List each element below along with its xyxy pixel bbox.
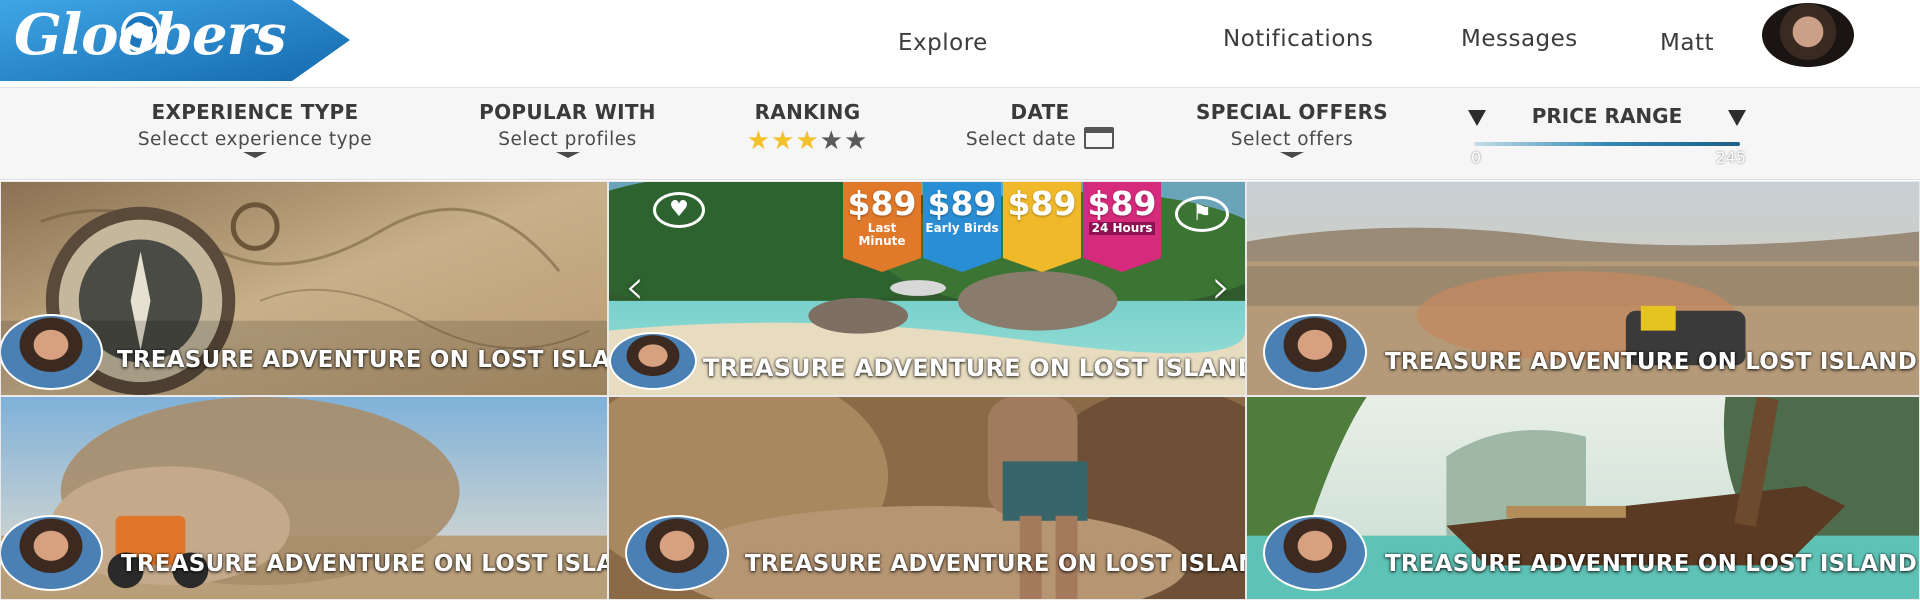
date-value: Select date (965, 129, 1077, 150)
offer-label: Early Birds (925, 221, 999, 235)
filter-value: Select profiles (498, 129, 637, 150)
experience-card[interactable]: TREASURE ADVENTURE ON LOST ISLAND (0, 396, 608, 600)
price-range-track[interactable] (1474, 142, 1740, 146)
offer-tag-special[interactable]: $89 (1003, 182, 1081, 272)
host-avatar[interactable] (1263, 515, 1367, 591)
price-max-handle[interactable] (1728, 110, 1746, 126)
experience-card[interactable]: TREASURE ADVENTURE ON LOST ISLAND (1246, 396, 1920, 600)
nav-messages[interactable]: Messages (1461, 26, 1578, 52)
chevron-down-icon (243, 152, 267, 158)
offer-price: $89 (847, 184, 917, 223)
host-avatar[interactable] (609, 332, 697, 390)
filter-special-offers[interactable]: SPECIAL OFFERS Select offers (1192, 100, 1392, 158)
price-min-value: 0 (1471, 148, 1482, 167)
favorite-heart-icon[interactable]: ♥ (653, 192, 705, 228)
card-title: TREASURE ADVENTURE ON LOST ISLAND (1385, 349, 1918, 375)
card-title: TREASURE ADVENTURE ON LOST ISLAND (1385, 551, 1918, 577)
report-flag-icon[interactable]: ⚑ (1175, 196, 1229, 232)
offer-price: $89 (1087, 184, 1157, 223)
card-title: TREASURE ADVENTURE ON LOST ISLAND (745, 551, 1246, 577)
chevron-down-icon (555, 152, 580, 158)
filter-label: RANKING (754, 100, 861, 124)
experience-card-featured[interactable]: ♥ ⚑ ‹ › $89 Last Minute $89 Early Birds … (608, 181, 1246, 396)
tag-point (843, 258, 921, 272)
offer-label: 24 Hours (1083, 222, 1161, 235)
card-title: TREASURE ADVENTURE ON LOST ISLAND (703, 354, 1246, 382)
filter-label: DATE (1010, 100, 1070, 124)
filter-popular-with[interactable]: POPULAR WITH Select profiles (460, 100, 675, 158)
logo[interactable]: Gloobers (0, 0, 350, 81)
filter-label: PRICE RANGE (1531, 104, 1683, 128)
filter-value: Select date (940, 127, 1140, 151)
host-avatar[interactable] (625, 515, 729, 591)
filter-value: Select offers (1230, 129, 1354, 150)
offer-label: Last Minute (858, 221, 906, 248)
chevron-down-icon (1280, 152, 1304, 158)
star-off-icons: ★★ (819, 126, 869, 156)
filter-label: EXPERIENCE TYPE (151, 100, 359, 124)
tag-point (923, 258, 1001, 272)
chevron-left-icon[interactable]: ‹ (625, 263, 644, 311)
card-title: TREASURE ADVENTURE ON LOST ISLAND (117, 347, 608, 373)
offer-price: $89 (1007, 184, 1077, 223)
experience-card[interactable]: TREASURE ADVENTURE ON LOST ISLAND (608, 396, 1246, 600)
ranking-stars[interactable]: ★★★★★ (730, 128, 885, 154)
filter-experience-type[interactable]: EXPERIENCE TYPE Selecct experience type (110, 100, 400, 158)
price-max-value: 245 (1715, 148, 1746, 167)
nav-user-name[interactable]: Matt (1660, 30, 1714, 56)
tag-point (1083, 258, 1161, 272)
filter-date[interactable]: DATE Select date (940, 100, 1140, 151)
filter-price-range: PRICE RANGE 0 245 (1468, 102, 1746, 172)
filter-value: Selecct experience type (137, 129, 373, 150)
offer-label-text: 24 Hours (1088, 222, 1156, 235)
filter-ranking[interactable]: RANKING ★★★★★ (730, 100, 885, 154)
user-avatar[interactable] (1762, 3, 1854, 67)
offer-tag-24-hours[interactable]: $89 24 Hours (1083, 182, 1161, 272)
nav-explore[interactable]: Explore (898, 30, 988, 56)
offer-tag-early-birds[interactable]: $89 Early Birds (923, 182, 1001, 272)
tag-point (1003, 258, 1081, 272)
filter-bar: EXPERIENCE TYPE Selecct experience type … (0, 88, 1920, 180)
experience-grid: TREASURE ADVENTURE ON LOST ISLAND ♥ ⚑ ‹ … (0, 181, 1920, 600)
host-avatar[interactable] (1, 515, 103, 591)
nav-notifications[interactable]: Notifications (1223, 26, 1373, 52)
chevron-right-icon[interactable]: › (1212, 263, 1231, 311)
star-on-icons: ★★★ (746, 126, 820, 156)
logo-wordmark: Gloobers (14, 2, 287, 68)
filter-label: SPECIAL OFFERS (1195, 100, 1389, 124)
experience-card[interactable]: TREASURE ADVENTURE ON LOST ISLAND (0, 181, 608, 396)
offer-price: $89 (927, 184, 997, 223)
card-title: TREASURE ADVENTURE ON LOST ISLAND (121, 551, 608, 577)
top-header: Gloobers Explore Notifications Messages … (0, 0, 1920, 88)
calendar-icon[interactable] (1084, 127, 1115, 149)
offer-tag-last-minute[interactable]: $89 Last Minute (843, 182, 921, 272)
price-min-handle[interactable] (1468, 110, 1486, 126)
filter-label: POPULAR WITH (479, 100, 656, 124)
host-avatar[interactable] (1263, 314, 1367, 390)
host-avatar[interactable] (1, 314, 103, 390)
experience-card[interactable]: TREASURE ADVENTURE ON LOST ISLAND (1246, 181, 1920, 396)
